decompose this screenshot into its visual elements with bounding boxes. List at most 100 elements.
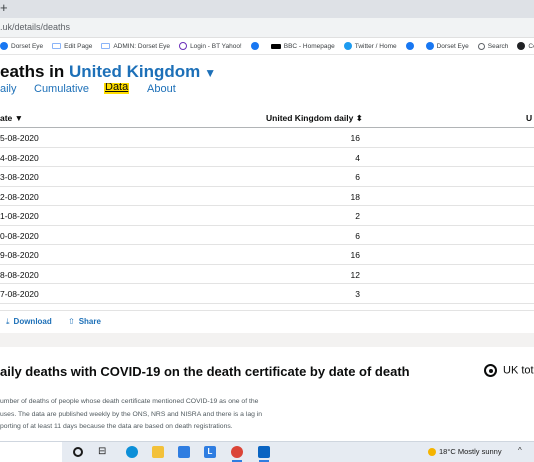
new-tab-button[interactable]: + bbox=[0, 0, 8, 16]
table-row: 4-08-2020 4 bbox=[0, 148, 534, 167]
task-view-icon[interactable]: ⊟ bbox=[98, 446, 110, 458]
facebook-icon bbox=[0, 42, 8, 50]
tab-cumulative[interactable]: Cumulative bbox=[34, 83, 89, 95]
bookmark-item[interactable]: Twitter / Home bbox=[343, 42, 397, 50]
search-icon bbox=[477, 42, 485, 50]
bookmark-label: Dorset Eye bbox=[11, 42, 44, 50]
mail-icon[interactable] bbox=[178, 446, 190, 458]
date-cell: 3-08-2020 bbox=[0, 172, 39, 182]
radio-label: UK tot bbox=[503, 364, 534, 377]
bookmark-label: BBC - Homepage bbox=[283, 42, 335, 50]
weather-widget[interactable]: 18°C Mostly sunny bbox=[428, 447, 502, 457]
date-column-header[interactable]: ate ▼ bbox=[0, 113, 23, 123]
share-button[interactable]: ⇧ Share bbox=[68, 317, 101, 326]
chrome-icon[interactable] bbox=[231, 446, 243, 462]
uk-daily-cell: 18 bbox=[350, 191, 360, 202]
data-table: ate ▼ United Kingdom daily ⬍ U 5-08-2020… bbox=[0, 108, 534, 304]
bookmark-item[interactable]: Dorset Eye bbox=[0, 42, 43, 50]
bookmarks-bar: Dorset Eye Edit Page ADMIN: Dorset Eye Logi… bbox=[0, 38, 534, 55]
sun-icon bbox=[428, 448, 436, 457]
bookmark-item[interactable]: BBC - Homepage bbox=[270, 42, 335, 50]
table-row: 0-08-2020 6 bbox=[0, 226, 534, 245]
table-body: 5-08-2020 16 4-08-2020 4 3-08-2020 6 2-08-2020… bbox=[0, 128, 534, 304]
bookmark-item[interactable]: Dorset Eye bbox=[425, 42, 469, 50]
uk-daily-cell: 12 bbox=[350, 269, 360, 280]
tab-daily[interactable]: aily bbox=[0, 83, 17, 95]
bookmark-label: Search bbox=[487, 42, 509, 50]
facebook-icon bbox=[250, 42, 259, 50]
uk-daily-cell: 16 bbox=[350, 133, 360, 143]
uk-total-radio[interactable]: UK tot bbox=[484, 364, 534, 377]
tray-chevron-icon[interactable]: ^ bbox=[518, 446, 522, 455]
download-icon: ⤓ bbox=[6, 317, 10, 326]
table-row: 9-08-2020 16 bbox=[0, 245, 534, 265]
weather-text: 18°C Mostly sunny bbox=[439, 447, 502, 456]
page-title: eaths in United Kingdom bbox=[0, 62, 200, 81]
uk-daily-cell: 3 bbox=[355, 289, 360, 299]
uk-daily-column-header[interactable]: United Kingdom daily ⬍ bbox=[266, 113, 363, 124]
description-line: uses. The data are published weekly by t… bbox=[0, 410, 263, 418]
date-cell: 1-08-2020 bbox=[0, 211, 39, 221]
app-l-icon[interactable]: L bbox=[204, 446, 216, 458]
bookmark-item[interactable]: Login - BT Yahoo! bbox=[179, 42, 242, 50]
table-row: 5-08-2020 16 bbox=[0, 128, 534, 148]
page-header: eaths in United Kingdom ▼ bbox=[0, 62, 216, 82]
facebook-icon bbox=[405, 42, 414, 50]
table-row: 1-08-2020 2 bbox=[0, 206, 534, 226]
outlook-icon[interactable] bbox=[258, 446, 270, 462]
title-prefix: eaths in bbox=[0, 62, 69, 81]
section-description: umber of deaths of people whose death ce… bbox=[0, 396, 330, 434]
uk-daily-cell: 6 bbox=[355, 172, 360, 182]
taskbar-search-box[interactable] bbox=[0, 442, 62, 462]
radio-selected-icon[interactable] bbox=[484, 364, 497, 377]
chevron-down-icon[interactable]: ▼ bbox=[204, 66, 216, 80]
file-explorer-icon[interactable] bbox=[152, 446, 164, 458]
facebook-icon bbox=[425, 42, 434, 50]
table-row: 7-08-2020 3 bbox=[0, 284, 534, 304]
windows-taskbar: ⊟ L 18°C Mostly sunny ^ bbox=[0, 441, 534, 462]
edge-icon[interactable] bbox=[126, 446, 138, 458]
uk-daily-cell: 16 bbox=[350, 250, 360, 260]
table-row: 2-08-2020 18 bbox=[0, 187, 534, 206]
country-selector[interactable]: United Kingdom bbox=[69, 62, 200, 81]
wordpress-icon bbox=[52, 43, 62, 49]
yahoo-icon bbox=[179, 42, 188, 50]
download-button[interactable]: ⤓ Download bbox=[6, 317, 52, 327]
bookmark-item[interactable]: Edit Page bbox=[52, 43, 92, 50]
cortana-icon[interactable] bbox=[73, 447, 83, 457]
bookmark-label: Edit Page bbox=[64, 42, 93, 50]
third-column-header[interactable]: U bbox=[526, 113, 532, 123]
bookmark-label: Twitter / Home bbox=[354, 42, 397, 50]
tab-data[interactable]: Data bbox=[104, 83, 130, 94]
table-row: 3-08-2020 6 bbox=[0, 167, 534, 187]
bookmark-item[interactable] bbox=[405, 42, 417, 50]
date-cell: 7-08-2020 bbox=[0, 289, 39, 299]
url-text[interactable]: .uk/details/deaths bbox=[0, 22, 70, 32]
browser-tab-strip: + bbox=[0, 0, 534, 18]
tab-about[interactable]: About bbox=[147, 83, 176, 95]
bookmark-label: ADMIN: Dorset Eye bbox=[113, 42, 171, 50]
download-label: Download bbox=[13, 317, 52, 326]
date-cell: 2-08-2020 bbox=[0, 191, 39, 202]
date-cell: 8-08-2020 bbox=[0, 269, 39, 280]
bookmark-item[interactable] bbox=[250, 42, 262, 50]
section-divider bbox=[0, 333, 534, 347]
date-cell: 0-08-2020 bbox=[0, 230, 39, 241]
table-header: ate ▼ United Kingdom daily ⬍ U bbox=[0, 108, 534, 128]
site-icon bbox=[517, 42, 526, 50]
section-title: aily deaths with COVID-19 on the death c… bbox=[0, 364, 410, 379]
share-icon: ⇧ bbox=[68, 317, 75, 326]
bookmark-item[interactable]: ADMIN: Dorset Eye bbox=[101, 43, 170, 50]
date-cell: 5-08-2020 bbox=[0, 133, 39, 143]
bookmark-label: Dorset Eye bbox=[436, 42, 469, 50]
wordpress-icon bbox=[101, 43, 111, 49]
bookmark-label: Com bbox=[528, 42, 534, 50]
twitter-icon bbox=[343, 42, 352, 50]
uk-daily-cell: 4 bbox=[355, 152, 360, 163]
bookmark-item[interactable]: Com bbox=[517, 42, 534, 50]
bookmark-item[interactable]: Search bbox=[477, 42, 509, 50]
address-bar[interactable]: .uk/details/deaths bbox=[0, 18, 534, 38]
date-cell: 9-08-2020 bbox=[0, 250, 39, 260]
bookmark-label: Login - BT Yahoo! bbox=[190, 42, 242, 50]
description-line: porting of at least 11 days because the … bbox=[0, 423, 233, 430]
